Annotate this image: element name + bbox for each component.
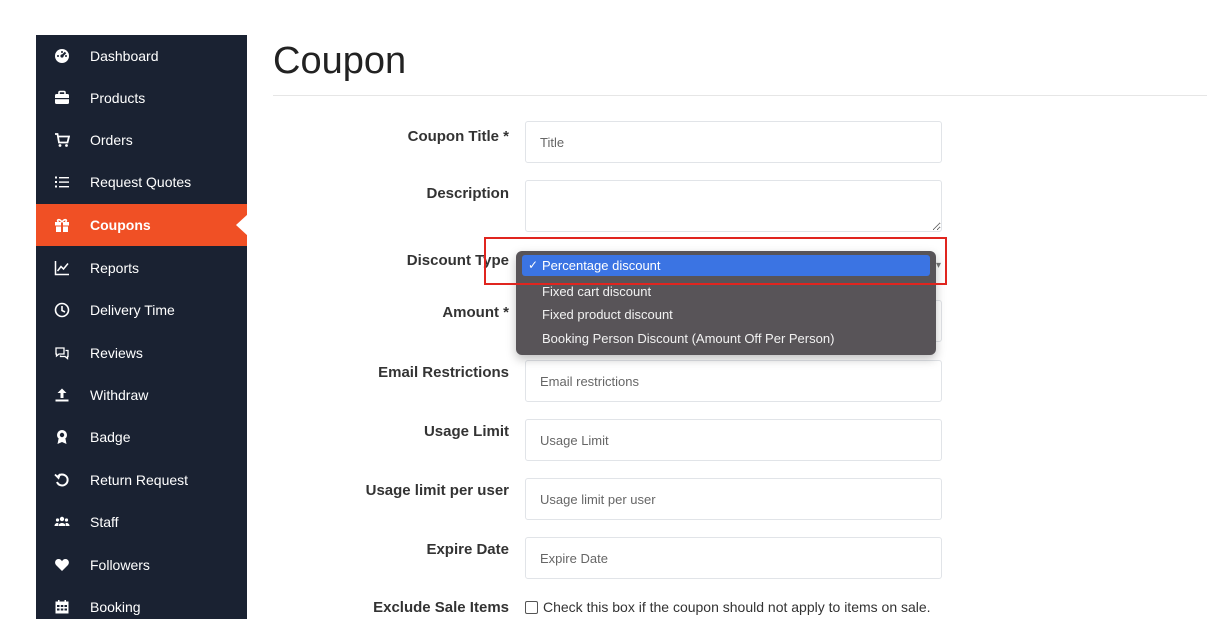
- heart-icon: [54, 557, 70, 573]
- sidebar-item-reports[interactable]: Reports: [36, 247, 247, 289]
- title-divider: [273, 95, 1207, 96]
- sidebar-item-delivery-time[interactable]: Delivery Time: [36, 289, 247, 331]
- exclude-sale-items-text: Check this box if the coupon should not …: [543, 599, 931, 615]
- dropdown-option-label: Booking Person Discount (Amount Off Per …: [542, 331, 835, 346]
- expire-date-input[interactable]: [525, 537, 942, 579]
- sidebar-item-label: Followers: [90, 557, 150, 573]
- briefcase-icon: [54, 90, 70, 106]
- sidebar-item-label: Staff: [90, 514, 119, 530]
- comments-icon: [54, 345, 70, 361]
- gift-icon: [54, 217, 70, 233]
- undo-icon: [54, 472, 70, 488]
- sidebar-item-reviews[interactable]: Reviews: [36, 332, 247, 374]
- sidebar-item-label: Coupons: [90, 217, 151, 233]
- sidebar-item-staff[interactable]: Staff: [36, 501, 247, 543]
- sidebar-item-coupons[interactable]: Coupons: [36, 204, 248, 246]
- sidebar-item-badge[interactable]: Badge: [36, 416, 247, 458]
- coupon-title-label: Coupon Title *: [407, 128, 509, 145]
- sidebar-item-products[interactable]: Products: [36, 77, 247, 119]
- sidebar: Dashboard Products Orders Request Quotes…: [36, 35, 248, 619]
- exclude-sale-items-row: Check this box if the coupon should not …: [525, 599, 931, 615]
- sidebar-item-label: Return Request: [90, 472, 189, 488]
- sidebar-item-booking[interactable]: Booking: [36, 586, 247, 628]
- dropdown-option-label: Fixed product discount: [542, 307, 673, 322]
- highlight-box: [484, 237, 947, 285]
- description-label: Description: [426, 185, 509, 202]
- cart-icon: [54, 132, 70, 148]
- sidebar-item-request-quotes[interactable]: Request Quotes: [36, 161, 247, 203]
- usage-limit-per-user-label: Usage limit per user: [365, 482, 509, 499]
- sidebar-item-label: Orders: [90, 132, 133, 148]
- discount-type-label: Discount Type: [406, 252, 509, 269]
- sidebar-item-label: Withdraw: [90, 387, 149, 403]
- sidebar-item-label: Badge: [90, 429, 131, 445]
- sidebar-item-return-request[interactable]: Return Request: [36, 459, 247, 501]
- dropdown-option-label: Fixed cart discount: [542, 284, 652, 299]
- users-icon: [54, 514, 70, 530]
- upload-icon: [54, 387, 70, 403]
- clock-icon: [54, 302, 70, 318]
- sidebar-item-withdraw[interactable]: Withdraw: [36, 374, 247, 416]
- sidebar-item-followers[interactable]: Followers: [36, 544, 247, 586]
- email-restrictions-input[interactable]: [525, 360, 942, 402]
- expire-date-label: Expire Date: [426, 541, 509, 558]
- description-textarea[interactable]: [525, 180, 942, 232]
- sidebar-item-label: Dashboard: [90, 48, 159, 64]
- calendar-icon: [54, 599, 70, 615]
- sidebar-item-label: Delivery Time: [90, 302, 175, 318]
- list-icon: [54, 174, 70, 190]
- page-title: Coupon: [273, 40, 407, 82]
- email-restrictions-label: Email Restrictions: [378, 364, 509, 381]
- usage-limit-per-user-input[interactable]: [525, 478, 942, 520]
- badge-icon: [54, 429, 70, 445]
- sidebar-item-dashboard[interactable]: Dashboard: [36, 35, 247, 77]
- sidebar-item-label: Request Quotes: [90, 174, 192, 190]
- dropdown-option-booking-person-discount[interactable]: Booking Person Discount (Amount Off Per …: [522, 328, 930, 349]
- sidebar-item-orders[interactable]: Orders: [36, 119, 247, 161]
- dropdown-option-fixed-product-discount[interactable]: Fixed product discount: [522, 304, 930, 325]
- exclude-sale-items-label: Exclude Sale Items: [373, 599, 509, 616]
- exclude-sale-items-checkbox[interactable]: [525, 600, 538, 614]
- usage-limit-label: Usage Limit: [423, 423, 509, 440]
- sidebar-item-label: Reports: [90, 260, 140, 276]
- sidebar-item-label: Products: [90, 90, 146, 106]
- sidebar-item-label: Booking: [90, 599, 141, 615]
- dashboard-icon: [54, 48, 70, 64]
- amount-label: Amount *: [442, 304, 509, 321]
- coupon-title-input[interactable]: [525, 121, 942, 163]
- chart-line-icon: [54, 260, 70, 276]
- sidebar-item-label: Reviews: [90, 345, 143, 361]
- usage-limit-input[interactable]: [525, 419, 942, 461]
